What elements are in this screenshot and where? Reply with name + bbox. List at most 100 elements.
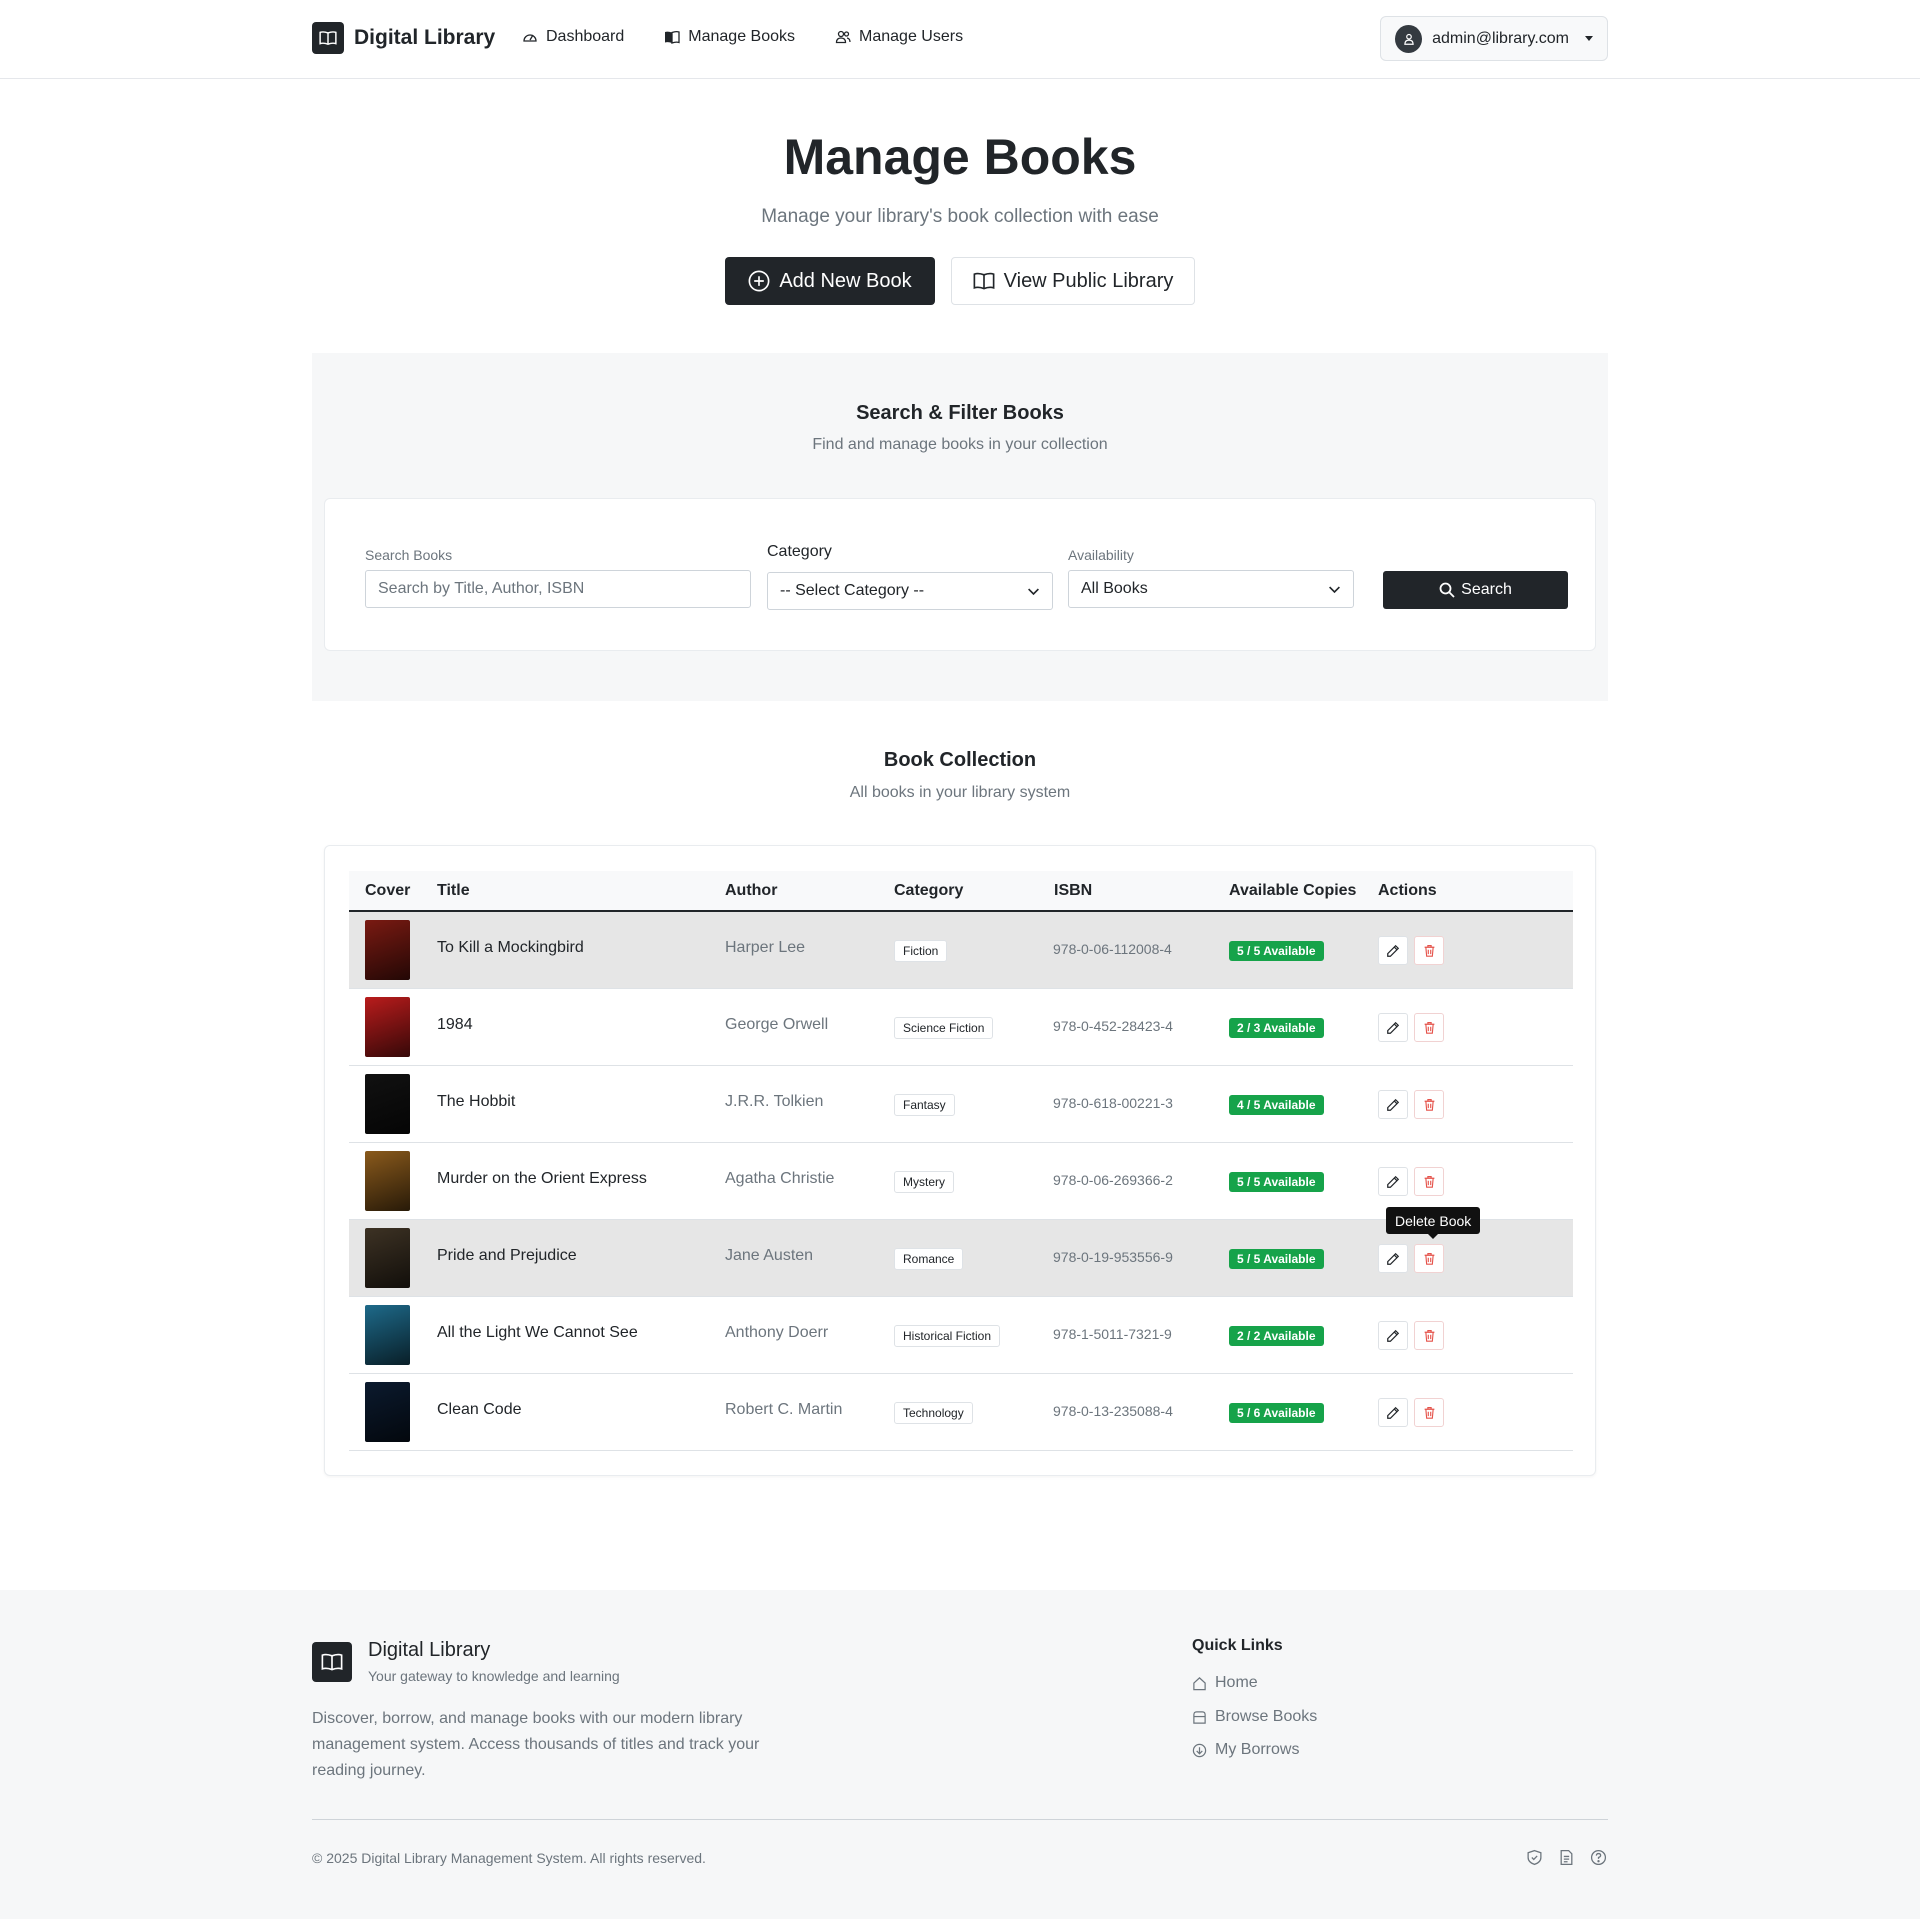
- footer: Digital Library Your gateway to knowledg…: [0, 1590, 1920, 1919]
- availability-badge: 5 / 6 Available: [1229, 1403, 1324, 1423]
- book-icon: [664, 29, 680, 45]
- book-cover-image: [365, 1382, 410, 1442]
- edit-book-button[interactable]: [1378, 1244, 1408, 1273]
- delete-book-button[interactable]: [1414, 1167, 1444, 1196]
- search-input[interactable]: Search by Title, Author, ISBN: [365, 570, 751, 608]
- books-table: Cover Title Author Category ISBN Availab…: [349, 871, 1573, 1451]
- book-author: Harper Lee: [725, 939, 806, 956]
- pencil-icon: [1386, 944, 1400, 958]
- table-row: 1984 George Orwell Science Fiction 978-0-45…: [349, 989, 1573, 1066]
- table-row: Clean Code Robert C. Martin Technology 978-…: [349, 1374, 1573, 1451]
- footer-divider: [312, 1819, 1608, 1820]
- pencil-icon: [1386, 1175, 1400, 1189]
- delete-book-button[interactable]: [1414, 1244, 1444, 1273]
- user-menu-dropdown[interactable]: admin@library.com: [1380, 16, 1608, 61]
- table-header: Cover Title Author Category ISBN Availab…: [349, 871, 1573, 912]
- users-icon: [835, 29, 851, 45]
- header-available-copies[interactable]: Available Copies: [1229, 882, 1356, 900]
- availability-select[interactable]: All Books: [1068, 570, 1354, 608]
- pencil-icon: [1386, 1021, 1400, 1035]
- chevron-down-icon: [1027, 585, 1040, 598]
- document-icon[interactable]: [1558, 1849, 1575, 1866]
- footer-link-browse-books-label: Browse Books: [1215, 1708, 1318, 1725]
- book-isbn: 978-0-19-953556-9: [1053, 1249, 1173, 1265]
- category-badge: Romance: [894, 1248, 964, 1270]
- delete-book-button[interactable]: [1414, 1398, 1444, 1427]
- nav-manage-users-label: Manage Users: [859, 28, 964, 45]
- nav-manage-books[interactable]: Manage Books: [664, 28, 795, 46]
- delete-book-button[interactable]: [1414, 1321, 1444, 1350]
- header-isbn[interactable]: ISBN: [1054, 882, 1092, 900]
- edit-book-button[interactable]: [1378, 1013, 1408, 1042]
- edit-book-button[interactable]: [1378, 1090, 1408, 1119]
- question-circle-icon[interactable]: [1590, 1849, 1607, 1866]
- edit-book-button[interactable]: [1378, 1321, 1408, 1350]
- brand-name: Digital Library: [354, 26, 496, 49]
- availability-label: Availability: [1068, 547, 1134, 563]
- plus-circle-icon: [748, 270, 770, 292]
- footer-tagline: Your gateway to knowledge and learning: [368, 1668, 620, 1684]
- add-new-book-button[interactable]: Add New Book: [725, 257, 935, 305]
- shield-check-icon[interactable]: [1526, 1849, 1543, 1866]
- brand-link[interactable]: Digital Library: [312, 22, 495, 54]
- nav-links: Dashboard Manage Books Manage Users: [522, 28, 963, 46]
- add-new-book-label: Add New Book: [779, 269, 912, 292]
- book-isbn: 978-0-618-00221-3: [1053, 1095, 1173, 1111]
- collection-title: Book Collection: [883, 749, 1037, 771]
- footer-icons: [1526, 1849, 1607, 1866]
- page-subtitle: Manage your library's book collection wi…: [761, 206, 1159, 227]
- nav-manage-users[interactable]: Manage Users: [835, 28, 963, 46]
- edit-book-button[interactable]: [1378, 1167, 1408, 1196]
- availability-badge: 4 / 5 Available: [1229, 1095, 1324, 1115]
- footer-brand-name: Digital Library: [368, 1639, 491, 1661]
- header-title[interactable]: Title: [437, 882, 470, 900]
- view-public-library-button[interactable]: View Public Library: [951, 257, 1195, 305]
- delete-book-tooltip: Delete Book: [1386, 1207, 1481, 1239]
- footer-link-my-borrows-label: My Borrows: [1215, 1741, 1300, 1758]
- header-author[interactable]: Author: [725, 882, 777, 900]
- availability-badge: 5 / 5 Available: [1229, 1172, 1324, 1192]
- download-circle-icon: [1192, 1743, 1207, 1758]
- trash-icon: [1423, 1329, 1436, 1342]
- page-title: Manage Books: [783, 129, 1137, 185]
- book-cover-image: [365, 997, 410, 1057]
- trash-icon: [1423, 1021, 1436, 1034]
- nav-manage-books-label: Manage Books: [688, 28, 796, 45]
- footer-link-home[interactable]: Home: [1192, 1674, 1258, 1692]
- book-isbn: 978-1-5011-7321-9: [1053, 1326, 1172, 1342]
- edit-book-button[interactable]: [1378, 1398, 1408, 1427]
- table-row: All the Light We Cannot See Anthony Doerr…: [349, 1297, 1573, 1374]
- delete-book-button[interactable]: [1414, 1090, 1444, 1119]
- nav-dashboard[interactable]: Dashboard: [522, 28, 624, 46]
- edit-book-button[interactable]: [1378, 936, 1408, 965]
- bookshelf-icon: [1192, 1710, 1207, 1725]
- availability-badge: 5 / 5 Available: [1229, 1249, 1324, 1269]
- pencil-icon: [1386, 1098, 1400, 1112]
- header-actions: Actions: [1378, 882, 1437, 899]
- table-row: To Kill a Mockingbird Harper Lee Fiction 97…: [349, 912, 1573, 989]
- book-open-icon: [312, 1642, 352, 1682]
- footer-link-home-label: Home: [1215, 1674, 1258, 1691]
- book-author: Jane Austen: [725, 1247, 814, 1264]
- category-badge: Technology: [894, 1402, 973, 1424]
- book-isbn: 978-0-06-112008-4: [1053, 941, 1172, 957]
- footer-link-browse-books[interactable]: Browse Books: [1192, 1708, 1317, 1726]
- delete-book-button[interactable]: [1414, 936, 1444, 965]
- search-button-label: Search: [1461, 581, 1512, 598]
- book-collection-card: Cover Title Author Category ISBN Availab…: [324, 845, 1596, 1476]
- footer-link-my-borrows[interactable]: My Borrows: [1192, 1741, 1299, 1759]
- book-author: Anthony Doerr: [725, 1324, 829, 1341]
- header-category[interactable]: Category: [894, 882, 963, 900]
- user-avatar-icon: [1395, 24, 1423, 53]
- book-open-icon: [312, 22, 344, 54]
- trash-icon: [1423, 1406, 1436, 1419]
- delete-book-button[interactable]: [1414, 1013, 1444, 1042]
- trash-icon: [1423, 1175, 1436, 1188]
- book-author: George Orwell: [725, 1016, 829, 1033]
- category-select[interactable]: -- Select Category --: [767, 572, 1053, 610]
- book-author: Agatha Christie: [725, 1170, 835, 1187]
- book-cover-image: [365, 1305, 410, 1365]
- search-button[interactable]: Search: [1383, 571, 1568, 609]
- book-isbn: 978-0-06-269366-2: [1053, 1172, 1173, 1188]
- user-email: admin@library.com: [1432, 29, 1569, 47]
